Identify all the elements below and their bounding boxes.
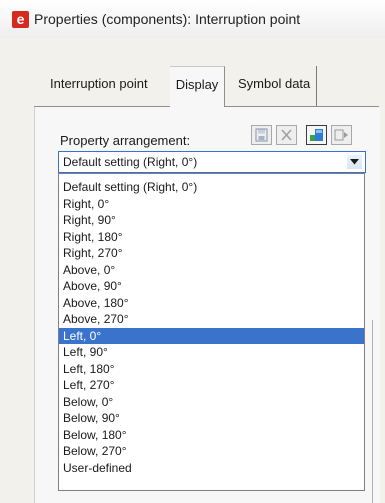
- dropdown-option[interactable]: Right, 180°: [59, 229, 364, 246]
- dropdown-arrow-button[interactable]: [347, 155, 362, 169]
- delete-icon: [281, 129, 292, 141]
- window-title: Properties (components): Interruption po…: [34, 11, 301, 27]
- dropdown-option[interactable]: Right, 270°: [59, 245, 364, 262]
- chevron-down-icon: [350, 159, 359, 165]
- panel-divider: [372, 320, 373, 503]
- dropdown-option[interactable]: Below, 270°: [59, 443, 364, 460]
- dropdown-option[interactable]: Above, 0°: [59, 262, 364, 279]
- dropdown-option[interactable]: Below, 90°: [59, 410, 364, 427]
- dropdown-option[interactable]: Left, 0°: [59, 327, 364, 344]
- dropdown-option[interactable]: Below, 180°: [59, 427, 364, 444]
- property-arrangement-value: Default setting (Right, 0°): [63, 155, 198, 169]
- extra-icon: [334, 129, 348, 141]
- app-icon: e: [12, 11, 29, 28]
- tab-interruption-point[interactable]: Interruption point: [50, 66, 148, 106]
- dropdown-option[interactable]: Default setting (Right, 0°): [59, 179, 364, 196]
- dropdown-option[interactable]: Right, 90°: [59, 212, 364, 229]
- dropdown-option[interactable]: Right, 0°: [59, 196, 364, 213]
- dropdown-option[interactable]: Left, 180°: [59, 361, 364, 378]
- title-bar: e Properties (components): Interruption …: [0, 0, 385, 38]
- dropdown-option[interactable]: Left, 90°: [59, 344, 364, 361]
- delete-arrangement-button[interactable]: [276, 125, 297, 145]
- dropdown-option[interactable]: Above, 270°: [59, 311, 364, 328]
- property-arrangement-options: Default setting (Right, 0°) Right, 0° Righ…: [58, 173, 365, 491]
- assign-arrangement-button[interactable]: [306, 125, 327, 145]
- property-arrangement-select[interactable]: Default setting (Right, 0°): [58, 151, 366, 173]
- dropdown-option[interactable]: Below, 0°: [59, 394, 364, 411]
- dropdown-option[interactable]: Left, 270°: [59, 377, 364, 394]
- dropdown-option[interactable]: Above, 180°: [59, 295, 364, 312]
- extra-arrangement-button[interactable]: [331, 125, 352, 145]
- property-arrangement-label: Property arrangement:: [60, 133, 191, 148]
- dropdown-option[interactable]: User-defined: [59, 460, 364, 477]
- tab-strip: Interruption point Display Symbol data: [34, 66, 379, 108]
- tab-symbol-data[interactable]: Symbol data: [232, 66, 318, 106]
- save-icon: [255, 128, 268, 142]
- save-arrangement-button[interactable]: [251, 125, 272, 145]
- tab-display[interactable]: Display: [170, 66, 225, 108]
- dropdown-option[interactable]: Above, 90°: [59, 278, 364, 295]
- assign-icon: [310, 129, 323, 141]
